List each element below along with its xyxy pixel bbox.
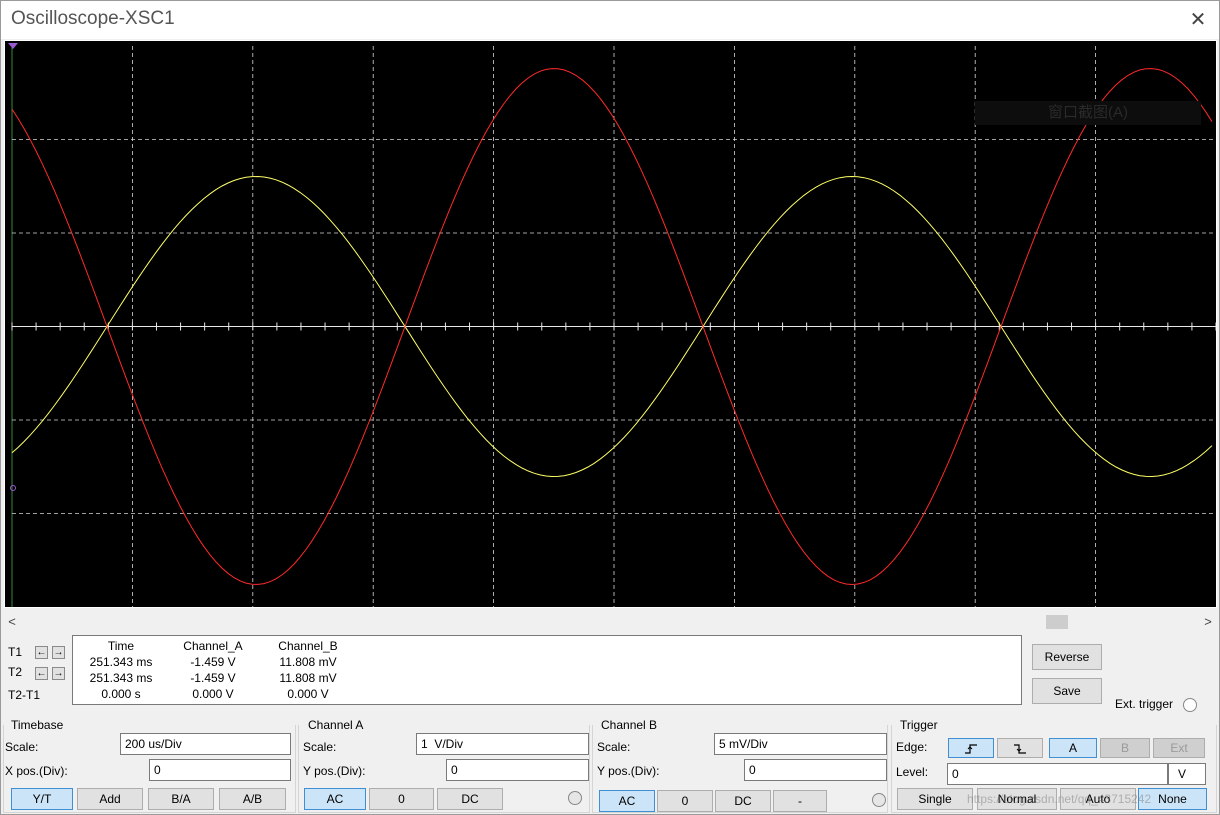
trigger-auto-button[interactable]: Auto [1060, 788, 1136, 810]
channel-b-ac-button[interactable]: AC [599, 790, 655, 812]
cursor-t1-label: T1 [8, 645, 23, 659]
save-button[interactable]: Save [1032, 678, 1102, 704]
trigger-source-ext-button[interactable]: Ext [1153, 738, 1205, 758]
t1-channel-a: -1.459 V [190, 655, 236, 669]
t2-channel-a: -1.459 V [190, 671, 236, 685]
trigger-source-b-button[interactable]: B [1100, 738, 1150, 758]
channel-b-ypos-field[interactable]: 0 [744, 759, 887, 781]
channel-a-ac-button[interactable]: AC [304, 788, 366, 810]
t2t1-time: 0.000 s [101, 687, 141, 701]
channel-b-minus-button[interactable]: - [773, 790, 827, 812]
trigger-single-button[interactable]: Single [897, 788, 973, 810]
trigger-none-button[interactable]: None [1138, 788, 1207, 810]
xpos-field[interactable]: 0 [149, 759, 291, 781]
channel-b-terminal[interactable] [872, 793, 886, 807]
xpos-label: X pos.(Div): [5, 764, 68, 778]
channel-b-scale-label: Scale: [597, 740, 631, 754]
t2-arrow-left-icon[interactable]: ← [35, 667, 48, 680]
screenshot-overlay-label: 窗口截图(A) [975, 101, 1201, 125]
rising-edge-button[interactable] [948, 738, 994, 758]
cursor-controls: T1 ← → T2 ← → T2-T1 [4, 635, 70, 707]
channel-b-dc-button[interactable]: DC [715, 790, 771, 812]
ba-mode-button[interactable]: B/A [148, 788, 214, 810]
t1-channel-b: 11.808 mV [279, 655, 337, 669]
rising-edge-icon [965, 744, 977, 754]
cursor-t2-label: T2 [8, 665, 23, 679]
title-bar: Oscilloscope-XSC1 ✕ [1, 1, 1219, 39]
level-label: Level: [896, 765, 929, 779]
channel-marker-icon [10, 485, 16, 491]
trigger-level-field[interactable]: 0 [947, 763, 1168, 785]
window-title: Oscilloscope-XSC1 [11, 8, 175, 29]
t2t1-channel-b: 0.000 V [287, 687, 329, 701]
add-mode-button[interactable]: Add [77, 788, 143, 810]
trigger-source-a-button[interactable]: A [1049, 738, 1097, 758]
t1-arrow-right-icon[interactable]: → [52, 646, 65, 659]
timebase-scale-field[interactable]: 200 us/Div [120, 733, 291, 755]
trigger-title: Trigger [898, 718, 940, 732]
channel-a-scale-field[interactable]: 1 V/Div [416, 733, 589, 755]
trigger-level-unit[interactable]: V [1168, 763, 1206, 785]
header-channel-b: Channel_B [278, 639, 338, 653]
ext-trigger-terminal[interactable] [1183, 698, 1197, 712]
channel-b-title: Channel B [599, 718, 660, 732]
scroll-thumb[interactable] [1046, 615, 1068, 629]
channel-a-ypos-label: Y pos.(Div): [303, 764, 366, 778]
t1-arrow-left-icon[interactable]: ← [35, 646, 48, 659]
scroll-right-icon[interactable]: > [1201, 613, 1215, 631]
reverse-button[interactable]: Reverse [1032, 644, 1102, 670]
edge-label: Edge: [896, 740, 928, 754]
t2-time: 251.343 ms [89, 671, 153, 685]
channel-a-zero-button[interactable]: 0 [369, 788, 434, 810]
t2t1-channel-a: 0.000 V [192, 687, 234, 701]
channel-a-terminal[interactable] [568, 791, 582, 805]
falling-edge-icon [1014, 744, 1026, 754]
scroll-left-icon[interactable]: < [5, 613, 19, 631]
channel-b-scale-field[interactable]: 5 mV/Div [714, 733, 887, 755]
trigger-normal-button[interactable]: Normal [977, 788, 1057, 810]
ab-mode-button[interactable]: A/B [219, 788, 286, 810]
oscilloscope-window: Oscilloscope-XSC1 ✕ 窗口截图(A) < > T1 ← → T… [0, 0, 1220, 815]
header-time: Time [107, 639, 135, 653]
falling-edge-button[interactable] [997, 738, 1043, 758]
timebase-title: Timebase [9, 718, 66, 732]
measurement-table: Time Channel_A Channel_B 251.343 ms -1.4… [72, 635, 1022, 705]
t2-channel-b: 11.808 mV [279, 671, 337, 685]
channel-a-dc-button[interactable]: DC [437, 788, 503, 810]
scope-display: 窗口截图(A) [4, 40, 1217, 608]
yt-mode-button[interactable]: Y/T [11, 788, 73, 810]
waveform-plot [8, 43, 1216, 607]
channel-a-scale-label: Scale: [303, 740, 337, 754]
timebase-scale-label: Scale: [5, 740, 39, 754]
t1-time: 251.343 ms [89, 655, 153, 669]
cursor-t2t1-label: T2-T1 [8, 688, 41, 702]
trigger-marker-icon [8, 43, 18, 49]
t2-arrow-right-icon[interactable]: → [52, 667, 65, 680]
horizontal-scrollbar[interactable]: < > [3, 613, 1217, 631]
header-channel-a: Channel_A [183, 639, 243, 653]
channel-a-ypos-field[interactable]: 0 [446, 759, 589, 781]
channel-b-ypos-label: Y pos.(Div): [597, 764, 660, 778]
channel-b-zero-button[interactable]: 0 [657, 790, 713, 812]
channel-a-title: Channel A [306, 718, 366, 732]
close-icon[interactable]: ✕ [1185, 7, 1211, 33]
ext-trigger-label: Ext. trigger [1115, 697, 1174, 711]
